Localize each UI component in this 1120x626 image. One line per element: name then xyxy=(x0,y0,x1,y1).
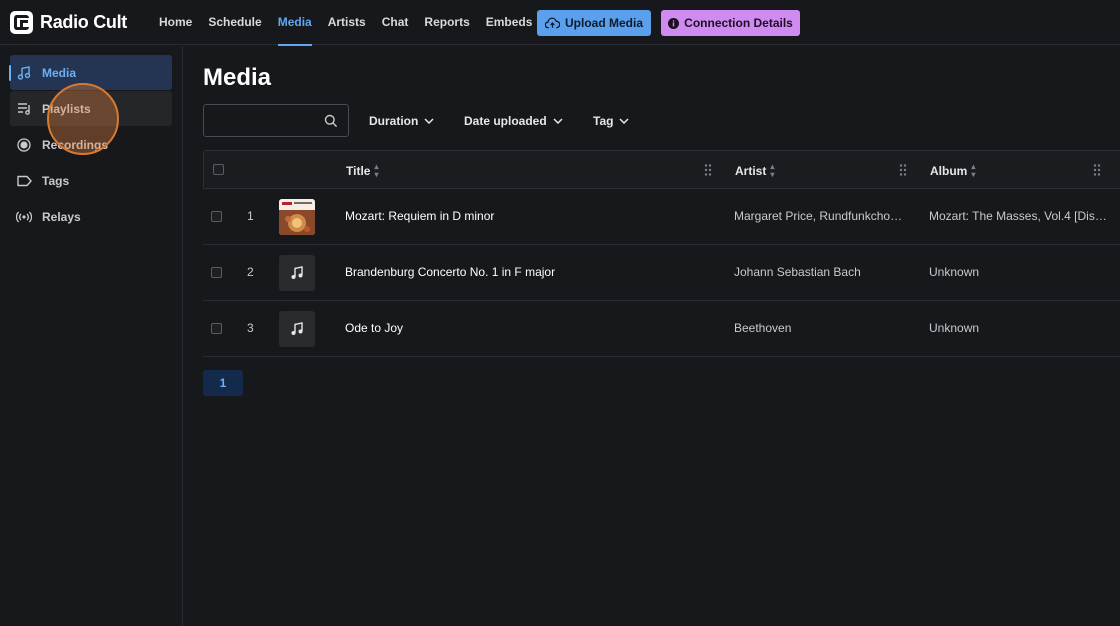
nav-item-home[interactable]: Home xyxy=(151,0,200,45)
duration-filter-label: Duration xyxy=(369,114,419,128)
nav-item-chat[interactable]: Chat xyxy=(374,0,417,45)
page-title: Media xyxy=(203,64,272,91)
broadcast-icon xyxy=(16,209,32,225)
chevron-down-icon xyxy=(553,118,563,124)
row-checkbox[interactable] xyxy=(211,323,222,334)
sidebar-item-playlists[interactable]: Playlists xyxy=(10,91,172,126)
column-header-title[interactable]: Title ▴ ▾ xyxy=(346,163,378,179)
chevron-down-icon xyxy=(619,118,629,124)
media-artist: Margaret Price, Rundfunkchor… xyxy=(734,209,906,223)
row-checkbox[interactable] xyxy=(211,267,222,278)
table-row[interactable]: 3 Ode to Joy Beethoven Unknown xyxy=(203,301,1120,357)
upload-media-button[interactable]: Upload Media xyxy=(537,10,651,36)
row-number: 2 xyxy=(247,265,254,279)
media-album: Mozart: The Masses, Vol.4 [Dis… xyxy=(929,209,1107,223)
media-table: Title ▴ ▾ Artist ▴ ▾ Album ▴ ▾ 1 Mozart:… xyxy=(203,150,1120,357)
column-resize-handle-icon[interactable] xyxy=(703,163,713,177)
sort-icon: ▴ ▾ xyxy=(770,162,775,179)
tag-filter-label: Tag xyxy=(593,114,614,128)
column-header-artist[interactable]: Artist ▴ ▾ xyxy=(735,163,774,179)
sidebar-item-relays[interactable]: Relays xyxy=(10,199,172,234)
table-row[interactable]: 1 Mozart: Requiem in D minor Margaret Pr… xyxy=(203,189,1120,245)
chevron-down-icon xyxy=(424,118,434,124)
record-icon xyxy=(16,137,32,153)
date-uploaded-filter[interactable]: Date uploaded xyxy=(464,111,563,131)
cloud-upload-icon xyxy=(544,17,560,29)
media-title[interactable]: Brandenburg Concerto No. 1 in F major xyxy=(345,265,705,279)
duration-filter[interactable]: Duration xyxy=(369,111,434,131)
sidebar-item-label: Media xyxy=(42,65,77,80)
sidebar-item-tags[interactable]: Tags xyxy=(10,163,172,198)
column-header-label: Album xyxy=(930,164,968,178)
nav-item-embeds[interactable]: Embeds xyxy=(478,0,541,45)
sort-icon: ▴ ▾ xyxy=(374,162,379,179)
main-nav: Home Schedule Media Artists Chat Reports… xyxy=(151,0,541,46)
sidebar-item-label: Playlists xyxy=(42,101,91,116)
sidebar: Media Playlists Recordings Tags Relays xyxy=(0,46,183,626)
column-header-album[interactable]: Album ▴ ▾ xyxy=(930,163,975,179)
table-header: Title ▴ ▾ Artist ▴ ▾ Album ▴ ▾ xyxy=(203,150,1120,189)
connection-details-label: Connection Details xyxy=(684,16,793,30)
playlist-icon xyxy=(16,101,32,117)
column-header-label: Title xyxy=(346,164,371,178)
row-number: 1 xyxy=(247,209,254,223)
connection-details-button[interactable]: Connection Details xyxy=(661,10,800,36)
info-icon xyxy=(668,17,680,29)
column-resize-handle-icon[interactable] xyxy=(1092,163,1102,177)
date-uploaded-filter-label: Date uploaded xyxy=(464,114,547,128)
brand[interactable]: Radio Cult xyxy=(10,0,127,45)
nav-item-reports[interactable]: Reports xyxy=(416,0,477,45)
row-number: 3 xyxy=(247,321,254,335)
nav-item-artists[interactable]: Artists xyxy=(320,0,374,45)
music-note-icon xyxy=(279,255,315,291)
tag-filter[interactable]: Tag xyxy=(593,111,629,131)
sidebar-item-label: Recordings xyxy=(42,137,109,152)
sidebar-item-label: Tags xyxy=(42,173,70,188)
column-header-label: Artist xyxy=(735,164,767,178)
tag-icon xyxy=(16,173,32,189)
music-note-icon xyxy=(279,311,315,347)
album-art-thumbnail xyxy=(279,199,315,235)
media-album: Unknown xyxy=(929,321,980,335)
table-row[interactable]: 2 Brandenburg Concerto No. 1 in F major … xyxy=(203,245,1120,301)
media-artist: Johann Sebastian Bach xyxy=(734,265,861,279)
row-checkbox[interactable] xyxy=(211,211,222,222)
media-title[interactable]: Ode to Joy xyxy=(345,321,705,335)
select-all-checkbox[interactable] xyxy=(213,164,224,175)
sidebar-item-label: Relays xyxy=(42,209,81,224)
radio-cult-logo-icon xyxy=(10,10,33,34)
brand-name: Radio Cult xyxy=(40,11,127,32)
nav-item-media[interactable]: Media xyxy=(270,0,320,46)
music-note-icon xyxy=(16,65,32,81)
sidebar-item-media[interactable]: Media xyxy=(9,55,172,90)
nav-item-schedule[interactable]: Schedule xyxy=(200,0,269,45)
media-album: Unknown xyxy=(929,265,980,279)
pagination-page-button[interactable]: 1 xyxy=(203,370,243,396)
upload-media-label: Upload Media xyxy=(564,16,643,30)
media-title[interactable]: Mozart: Requiem in D minor xyxy=(345,209,705,223)
sidebar-item-recordings[interactable]: Recordings xyxy=(10,127,172,162)
sort-icon: ▴ ▾ xyxy=(971,162,976,179)
search-icon xyxy=(324,114,338,128)
media-artist: Beethoven xyxy=(734,321,792,335)
column-resize-handle-icon[interactable] xyxy=(898,163,908,177)
